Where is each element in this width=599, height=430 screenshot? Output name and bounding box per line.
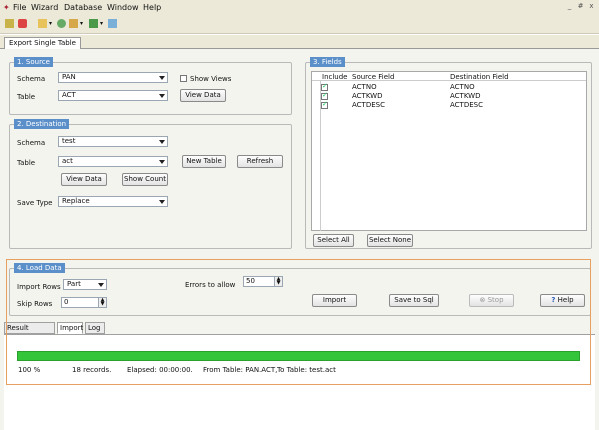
chevron-down-icon xyxy=(159,94,165,98)
destination-field-cell[interactable]: ACTNO xyxy=(450,83,475,91)
save-type-label: Save Type xyxy=(17,199,53,207)
source-table-value: ACT xyxy=(62,91,76,99)
header-destination-field: Destination Field xyxy=(450,73,509,81)
source-view-data-button[interactable]: View Data xyxy=(180,89,226,102)
export-icon[interactable] xyxy=(89,19,98,28)
source-schema-select[interactable]: PAN xyxy=(58,72,168,83)
menu-help[interactable]: Help xyxy=(143,3,161,12)
include-checkbox[interactable] xyxy=(321,82,328,91)
include-checkbox[interactable] xyxy=(321,100,328,109)
dest-schema-value: test xyxy=(62,137,76,145)
open-icon[interactable] xyxy=(38,19,47,28)
include-checkbox[interactable] xyxy=(321,91,328,100)
chevron-down-icon xyxy=(159,76,165,80)
grid-icon[interactable] xyxy=(5,19,14,28)
fields-grid-header: Include Source Field Destination Field xyxy=(312,72,586,81)
dest-schema-label: Schema xyxy=(17,139,46,147)
show-views-label: Show Views xyxy=(190,75,232,83)
dropdown-arrow-icon[interactable]: ▾ xyxy=(49,20,52,27)
source-table-label: Table xyxy=(17,93,36,101)
dest-view-data-button[interactable]: View Data xyxy=(61,173,107,186)
menu-wizard[interactable]: Wizard xyxy=(31,3,58,12)
document-tabs: Export Single Table xyxy=(0,35,599,49)
dest-table-select[interactable]: act xyxy=(58,156,168,167)
source-field-cell: ACTNO xyxy=(352,83,377,91)
show-count-button[interactable]: Show Count xyxy=(122,173,168,186)
destination-field-cell[interactable]: ACTDESC xyxy=(450,101,483,109)
chevron-down-icon xyxy=(159,200,165,204)
dest-table-value: act xyxy=(62,157,73,165)
wizard-icon[interactable] xyxy=(18,19,27,28)
source-schema-value: PAN xyxy=(62,73,76,81)
chevron-down-icon xyxy=(159,160,165,164)
source-schema-label: Schema xyxy=(17,75,46,83)
save-type-select[interactable]: Replace xyxy=(58,196,168,207)
source-field-cell: ACTDESC xyxy=(352,101,385,109)
fields-grid: Include Source Field Destination Field A… xyxy=(311,71,587,231)
app-icon: ✦ xyxy=(3,3,10,12)
show-views-checkbox[interactable] xyxy=(180,75,187,82)
row-header-divider xyxy=(320,81,321,231)
key-icon[interactable] xyxy=(69,19,78,28)
header-include: Include xyxy=(322,73,348,81)
menu-window[interactable]: Window xyxy=(107,3,139,12)
table-row[interactable]: ACTNO ACTNO xyxy=(312,82,586,91)
select-none-button[interactable]: Select None xyxy=(367,234,413,247)
table-row[interactable]: ACTDESC ACTDESC xyxy=(312,100,586,109)
chevron-down-icon xyxy=(159,140,165,144)
select-all-button[interactable]: Select All xyxy=(313,234,354,247)
minimize-button[interactable]: _ xyxy=(565,2,574,11)
fields-legend: 3. Fields xyxy=(310,57,345,67)
refresh-button[interactable]: Refresh xyxy=(237,155,283,168)
table-row[interactable]: ACTKWD ACTKWD xyxy=(312,91,586,100)
menu-file[interactable]: File xyxy=(13,3,26,12)
dest-schema-select[interactable]: test xyxy=(58,136,168,147)
source-field-cell: ACTKWD xyxy=(352,92,383,100)
source-table-select[interactable]: ACT xyxy=(58,90,168,101)
highlight-box xyxy=(6,259,591,385)
dropdown-arrow-icon[interactable]: ▾ xyxy=(100,20,103,27)
new-table-button[interactable]: New Table xyxy=(182,155,226,168)
close-button[interactable]: x xyxy=(587,2,596,11)
menu-bar: ✦ File Wizard Database Window Help _ # x xyxy=(0,0,599,14)
save-type-value: Replace xyxy=(62,197,90,205)
dest-table-label: Table xyxy=(17,159,36,167)
restore-button[interactable]: # xyxy=(576,2,585,11)
source-group: 1. Source xyxy=(9,57,292,115)
table-icon[interactable] xyxy=(108,19,117,28)
dropdown-arrow-icon[interactable]: ▾ xyxy=(80,20,83,27)
tab-export-single-table[interactable]: Export Single Table xyxy=(4,37,81,49)
source-legend: 1. Source xyxy=(14,57,53,67)
toolbar: ▾ ▾ ▾ xyxy=(0,14,599,34)
header-source-field: Source Field xyxy=(352,73,395,81)
connect-icon[interactable] xyxy=(57,19,66,28)
destination-field-cell[interactable]: ACTKWD xyxy=(450,92,480,100)
menu-database[interactable]: Database xyxy=(64,3,102,12)
destination-legend: 2. Destination xyxy=(14,119,70,129)
